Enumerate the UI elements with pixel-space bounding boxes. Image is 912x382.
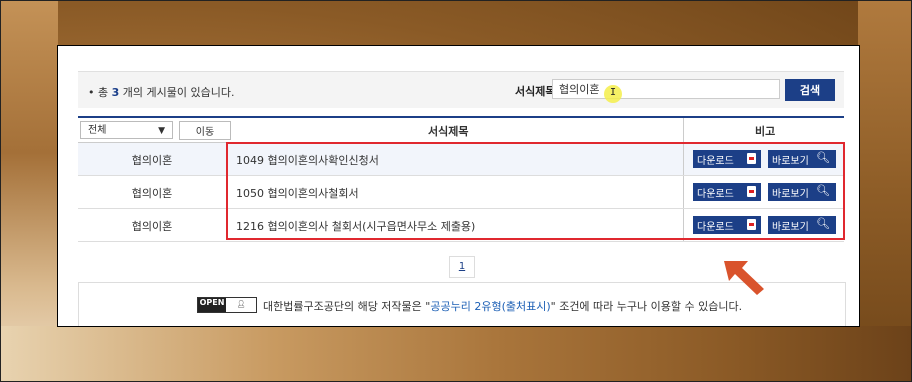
- screenshot-frame: [0, 0, 912, 382]
